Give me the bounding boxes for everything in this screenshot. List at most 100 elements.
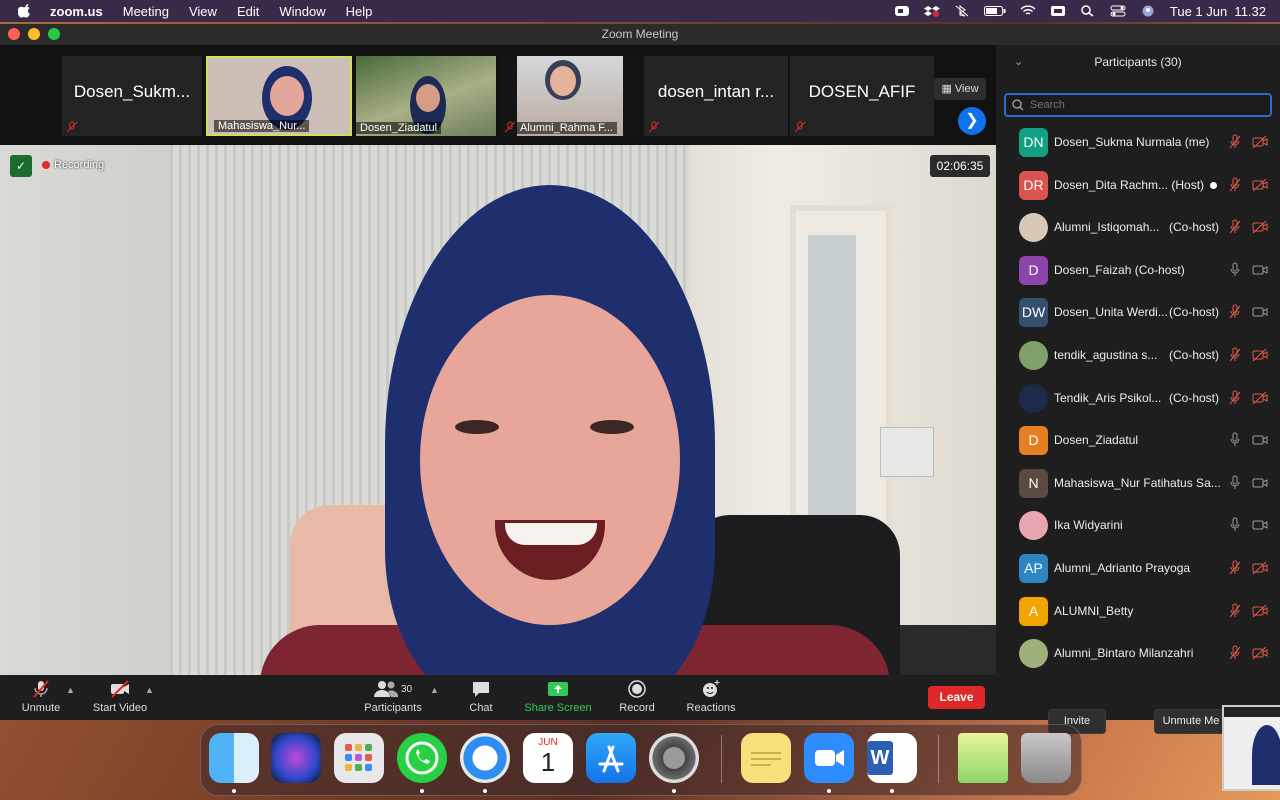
menu-clock[interactable]: Tue 1 Jun 11.32 bbox=[1170, 4, 1266, 19]
whatsapp-icon[interactable] bbox=[397, 733, 447, 783]
muted-mic-icon[interactable] bbox=[1228, 347, 1242, 363]
video-off-icon[interactable] bbox=[1252, 604, 1268, 618]
menu-meeting[interactable]: Meeting bbox=[123, 4, 169, 19]
video-icon[interactable] bbox=[1252, 476, 1268, 490]
participant-row[interactable]: Alumni_Bintaro Milanzahri bbox=[996, 633, 1280, 675]
participant-row[interactable]: DW Dosen_Unita Werdi... (Co-host) bbox=[996, 292, 1280, 334]
record-icon bbox=[628, 680, 646, 698]
video-icon[interactable] bbox=[1252, 263, 1268, 277]
apple-menu-icon[interactable] bbox=[18, 4, 32, 18]
zoom-icon[interactable] bbox=[804, 733, 854, 783]
video-off-icon[interactable] bbox=[1252, 220, 1268, 234]
participant-row[interactable]: Tendik_Aris Psikol... (Co-host) bbox=[996, 378, 1280, 420]
muted-mic-icon[interactable] bbox=[1228, 645, 1242, 661]
video-icon[interactable] bbox=[1252, 305, 1268, 319]
system-preferences-icon[interactable] bbox=[649, 733, 699, 783]
participant-row[interactable]: DN Dosen_Sukma Nurmala (me) bbox=[996, 122, 1280, 164]
chat-button[interactable]: Chat bbox=[463, 679, 499, 714]
muted-mic-icon[interactable] bbox=[1228, 304, 1242, 320]
menu-app-name[interactable]: zoom.us bbox=[50, 4, 103, 19]
mic-icon[interactable] bbox=[1228, 262, 1242, 278]
share-screen-button[interactable]: Share Screen bbox=[522, 679, 594, 714]
video-off-icon[interactable] bbox=[1252, 178, 1268, 192]
participant-row[interactable]: Alumni_Istiqomah... (Co-host) bbox=[996, 207, 1280, 249]
muted-mic-icon[interactable] bbox=[1228, 560, 1242, 576]
menu-window[interactable]: Window bbox=[279, 4, 325, 19]
menu-view[interactable]: View bbox=[189, 4, 217, 19]
muted-mic-icon[interactable] bbox=[1228, 177, 1242, 193]
participant-row[interactable]: AP Alumni_Adrianto Prayoga bbox=[996, 548, 1280, 590]
dropbox-icon[interactable] bbox=[923, 5, 940, 17]
participant-row[interactable]: DR Dosen_Dita Rachm... (Host) bbox=[996, 165, 1280, 207]
wifi-icon[interactable] bbox=[1020, 5, 1036, 17]
word-icon[interactable]: W bbox=[867, 733, 917, 783]
muted-mic-icon[interactable] bbox=[1228, 390, 1242, 406]
audio-options-caret[interactable]: ▲ bbox=[66, 685, 75, 695]
participant-search-input[interactable] bbox=[1030, 95, 1260, 115]
calendar-icon[interactable]: JUN 1 bbox=[523, 733, 573, 783]
mic-icon[interactable] bbox=[1228, 475, 1242, 491]
stickies-icon[interactable] bbox=[741, 733, 791, 783]
share-screen-label: Share Screen bbox=[524, 702, 592, 714]
video-thumbnail-strip: Dosen_Sukm... Mahasiswa_Nur... Dosen_Zia… bbox=[0, 45, 996, 145]
participant-row[interactable]: Ika Widyarini bbox=[996, 505, 1280, 547]
participants-options-caret[interactable]: ▲ bbox=[430, 685, 439, 695]
video-off-icon[interactable] bbox=[1252, 135, 1268, 149]
zoom-status-icon[interactable] bbox=[894, 5, 910, 17]
participant-row[interactable]: D Dosen_Faizah (Co-host) bbox=[996, 250, 1280, 292]
participant-row[interactable]: N Mahasiswa_Nur Fatihatus Sa... bbox=[996, 463, 1280, 505]
menu-help[interactable]: Help bbox=[346, 4, 373, 19]
thumb-participant-5[interactable]: dosen_intan r... bbox=[644, 56, 788, 136]
record-button[interactable]: Record bbox=[616, 679, 658, 714]
app-store-icon[interactable] bbox=[586, 733, 636, 783]
video-off-icon[interactable] bbox=[1252, 391, 1268, 405]
participant-search-field[interactable] bbox=[1004, 93, 1272, 117]
start-video-button[interactable]: Start Video bbox=[90, 679, 150, 714]
thumb-participant-3[interactable]: Dosen_Ziadatul bbox=[356, 56, 496, 136]
thumb-participant-4[interactable]: Alumni_Rahma F... bbox=[500, 56, 640, 136]
mic-icon[interactable] bbox=[1228, 517, 1242, 533]
participant-row[interactable]: D Dosen_Ziadatul bbox=[996, 420, 1280, 462]
unmute-button[interactable]: Unmute bbox=[18, 679, 64, 714]
mic-icon[interactable] bbox=[1228, 432, 1242, 448]
muted-mic-icon bbox=[33, 680, 49, 698]
reactions-button[interactable]: Reactions bbox=[684, 679, 738, 714]
safari-icon[interactable] bbox=[460, 733, 510, 783]
siri-icon[interactable] bbox=[271, 733, 321, 783]
thumb-participant-2[interactable]: Mahasiswa_Nur... bbox=[206, 56, 352, 136]
video-off-icon[interactable] bbox=[1252, 646, 1268, 660]
keyboard-input-icon[interactable] bbox=[1050, 5, 1066, 17]
control-center-icon[interactable] bbox=[1110, 5, 1126, 17]
trash-icon[interactable] bbox=[1021, 733, 1071, 783]
muted-mic-icon[interactable] bbox=[1228, 603, 1242, 619]
screenshot-preview-thumbnail[interactable] bbox=[1222, 705, 1280, 791]
participant-row[interactable]: tendik_agustina s... (Co-host) bbox=[996, 335, 1280, 377]
spotlight-search-icon[interactable] bbox=[1080, 5, 1096, 17]
video-off-icon[interactable] bbox=[1252, 348, 1268, 362]
zoom-window-button[interactable] bbox=[48, 28, 60, 40]
security-shield-icon[interactable]: ✓ bbox=[10, 155, 32, 177]
thumb-participant-6[interactable]: DOSEN_AFIF bbox=[790, 56, 934, 136]
leave-button[interactable]: Leave bbox=[928, 686, 985, 709]
launchpad-icon[interactable] bbox=[334, 733, 384, 783]
unmute-me-button[interactable]: Unmute Me bbox=[1154, 709, 1228, 734]
muted-mic-icon[interactable] bbox=[1228, 219, 1242, 235]
menu-edit[interactable]: Edit bbox=[237, 4, 259, 19]
participants-button[interactable]: 30 Participants bbox=[362, 679, 424, 714]
minimize-window-button[interactable] bbox=[28, 28, 40, 40]
battery-icon[interactable] bbox=[983, 5, 1006, 17]
document-thumbnail[interactable] bbox=[958, 733, 1008, 783]
next-page-button[interactable]: ❯ bbox=[958, 107, 986, 135]
thumb-participant-1[interactable]: Dosen_Sukm... bbox=[62, 56, 202, 136]
video-options-caret[interactable]: ▲ bbox=[145, 685, 154, 695]
participant-row[interactable]: A ALUMNI_Betty bbox=[996, 591, 1280, 633]
finder-icon[interactable] bbox=[209, 733, 259, 783]
close-window-button[interactable] bbox=[8, 28, 20, 40]
video-off-icon[interactable] bbox=[1252, 561, 1268, 575]
user-avatar-icon[interactable] bbox=[1140, 5, 1156, 17]
view-layout-button[interactable]: ▦ View bbox=[934, 78, 986, 100]
bluetooth-off-icon[interactable] bbox=[954, 5, 970, 17]
muted-mic-icon[interactable] bbox=[1228, 134, 1242, 150]
video-icon[interactable] bbox=[1252, 433, 1268, 447]
video-icon[interactable] bbox=[1252, 518, 1268, 532]
